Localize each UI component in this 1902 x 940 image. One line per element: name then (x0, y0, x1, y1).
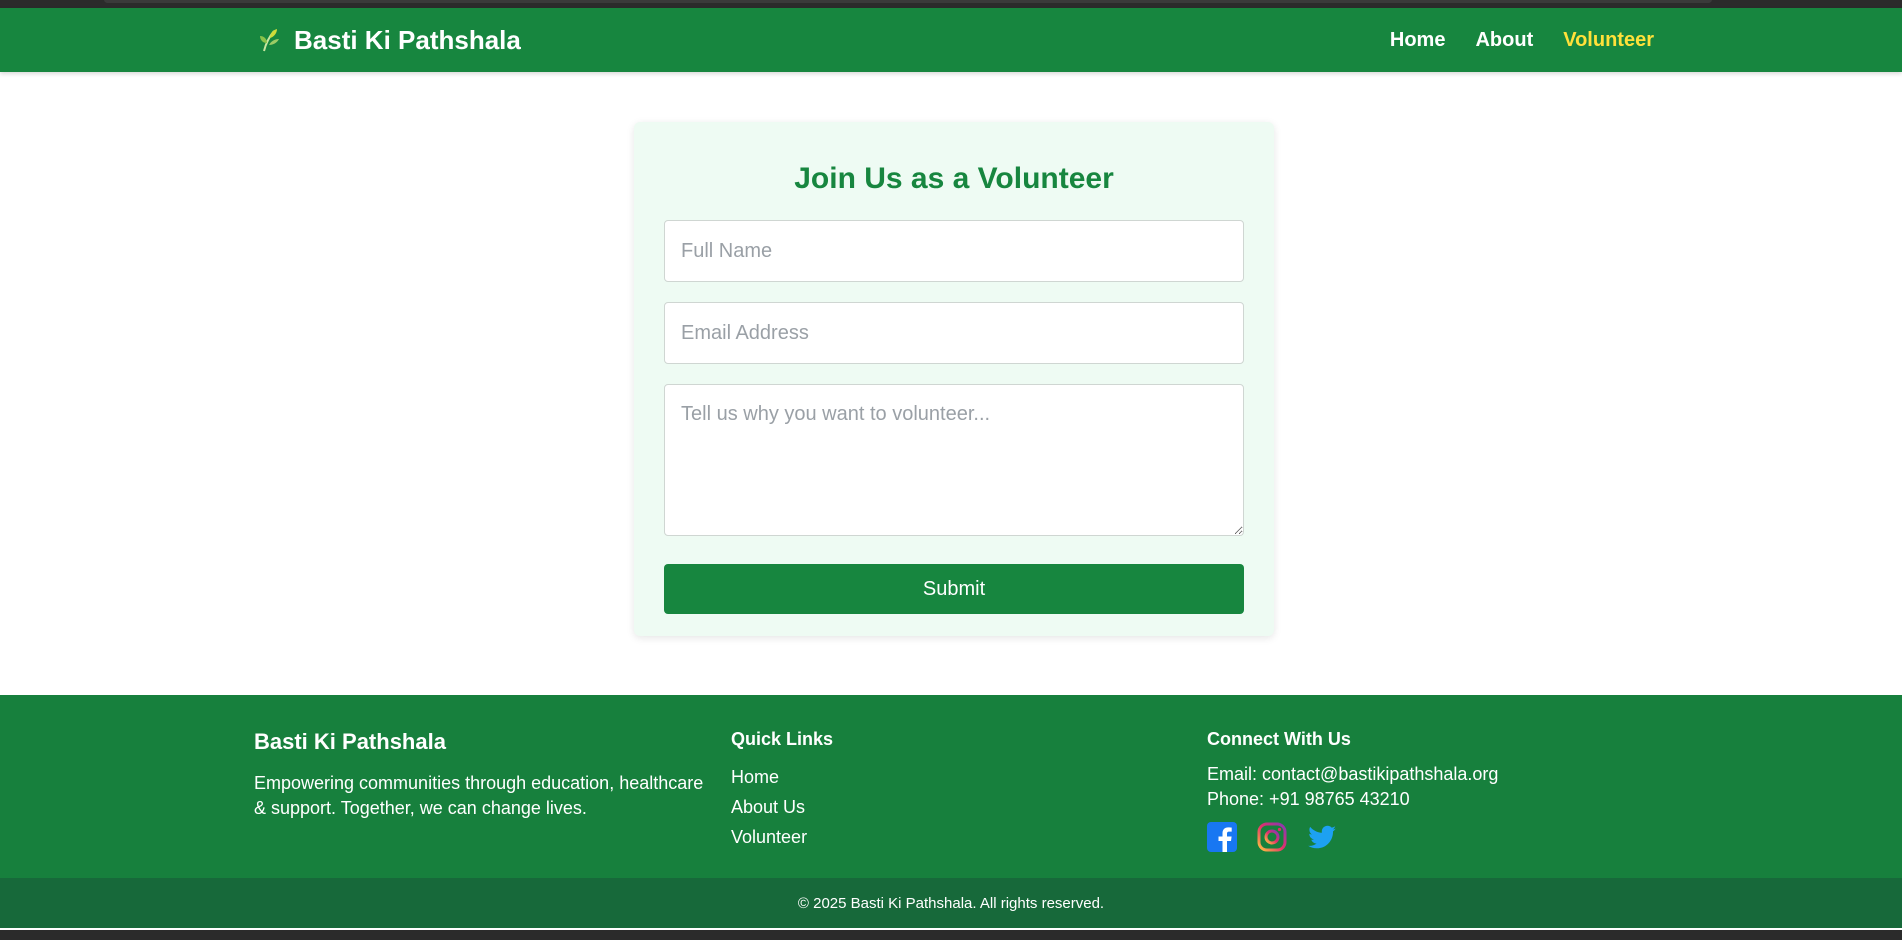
contact-phone: Phone: +91 98765 43210 (1207, 789, 1410, 809)
nav-volunteer[interactable]: Volunteer (1563, 29, 1654, 52)
footer-connect: Connect With Us Email: contact@bastikipa… (1207, 729, 1667, 852)
nav-home[interactable]: Home (1390, 29, 1446, 52)
browser-top-strip (0, 0, 1902, 8)
leaf-icon (258, 27, 282, 53)
footer-quick-links: Quick Links Home About Us Volunteer (731, 729, 1031, 852)
message-textarea[interactable] (664, 384, 1244, 536)
contact-email: Email: contact@bastikipathshala.org (1207, 764, 1499, 784)
nav-about[interactable]: About (1475, 29, 1533, 52)
volunteer-form-card: Join Us as a Volunteer Submit (634, 122, 1274, 636)
copyright-text: © 2025 Basti Ki Pathshala. All rights re… (797, 894, 1105, 912)
copyright-bar: © 2025 Basti Ki Pathshala. All rights re… (0, 878, 1902, 928)
full-name-input[interactable] (664, 220, 1244, 282)
footer: Basti Ki Pathshala Empowering communitie… (0, 695, 1902, 878)
brand[interactable]: Basti Ki Pathshala (258, 8, 521, 72)
form-title: Join Us as a Volunteer (794, 162, 1114, 195)
instagram-icon[interactable] (1257, 822, 1287, 852)
brand-name: Basti Ki Pathshala (294, 24, 521, 55)
footer-brand: Basti Ki Pathshala (254, 729, 446, 754)
connect-heading: Connect With Us (1207, 729, 1351, 749)
email-input[interactable] (664, 302, 1244, 364)
nav-links: Home About Volunteer (1390, 8, 1654, 72)
social-links (1207, 822, 1667, 852)
footer-description: Empowering communities through education… (254, 773, 704, 818)
navbar: Basti Ki Pathshala Home About Volunteer (0, 8, 1902, 72)
submit-button[interactable]: Submit (664, 564, 1244, 614)
footer-link-volunteer[interactable]: Volunteer (731, 822, 1031, 852)
browser-bottom-strip (0, 930, 1902, 940)
footer-link-home[interactable]: Home (731, 762, 1031, 792)
facebook-icon[interactable] (1207, 822, 1237, 852)
twitter-icon[interactable] (1307, 822, 1337, 852)
browser-tab-edge (104, 0, 1712, 3)
page: Basti Ki Pathshala Home About Volunteer … (0, 8, 1902, 930)
footer-about: Basti Ki Pathshala Empowering communitie… (254, 729, 714, 821)
footer-link-about[interactable]: About Us (731, 792, 1031, 822)
quick-links-heading: Quick Links (731, 729, 834, 749)
